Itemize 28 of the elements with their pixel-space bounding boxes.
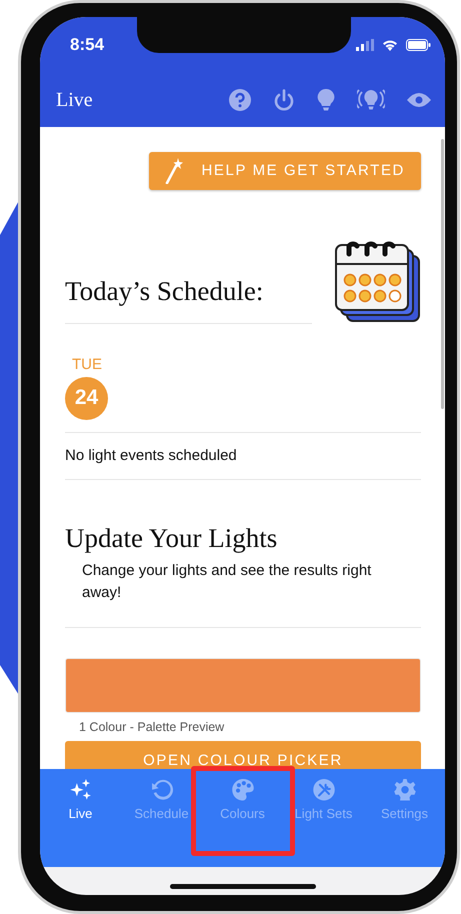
- day-name: TUE: [72, 355, 102, 375]
- tab-bar-item[interactable]: Colours: [202, 779, 283, 823]
- palette-icon: [230, 779, 256, 800]
- settings-icon: [392, 779, 418, 800]
- date-badge: 24: [65, 376, 108, 420]
- bulb-signal-icon[interactable]: [357, 89, 385, 111]
- update-lights-heading: Update Your Lights: [65, 522, 278, 554]
- palette-caption: 1 Colour - Palette Preview: [78, 719, 226, 736]
- magic-wand-icon: [165, 158, 184, 184]
- tab-bar-item[interactable]: Settings: [364, 779, 445, 823]
- battery-icon: [406, 39, 431, 51]
- signal-icon: [356, 39, 374, 51]
- power-icon[interactable]: [273, 88, 295, 112]
- tools-icon: [310, 779, 336, 800]
- help-icon[interactable]: [229, 89, 251, 111]
- update-lights-description: Change your lights and see the results right away!: [81, 561, 372, 604]
- status-time: 8:54: [70, 34, 104, 56]
- wifi-icon: [382, 39, 398, 51]
- bulb-icon[interactable]: [317, 88, 335, 112]
- tab-bar-item[interactable]: Schedule: [121, 779, 202, 823]
- eye-icon[interactable]: [407, 92, 431, 108]
- help-me-get-started-button[interactable]: HELP ME GET STARTED: [149, 152, 421, 190]
- header-title: Live: [56, 88, 94, 113]
- schedule-heading: Today’s Schedule:: [65, 274, 264, 308]
- tab-bar-item[interactable]: Live: [40, 779, 121, 823]
- tab-bar-item[interactable]: Light Sets: [283, 779, 364, 823]
- empty-schedule-text: No light events scheduled: [65, 446, 238, 466]
- open-colour-picker-button[interactable]: OPEN COLOUR PICKER: [65, 741, 421, 769]
